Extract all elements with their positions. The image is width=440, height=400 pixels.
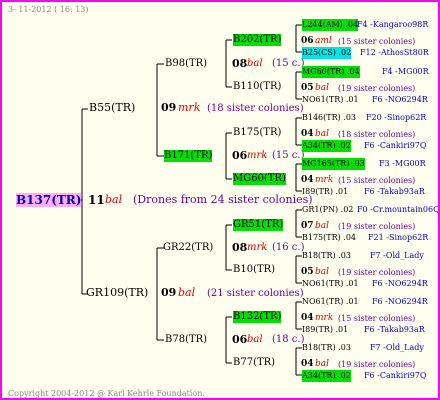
gen3-id-0[interactable]: B202(TR) [233, 34, 282, 46]
gen1-info-0: (18 sister colonies) [207, 103, 304, 114]
gen3-breed-7: bal [315, 359, 330, 369]
pedigree-page: { "header": {"date": "3- 11-2012 ( 16: 1… [0, 0, 440, 400]
gen1-info-1: (21 sister colonies) [207, 288, 304, 299]
root-queen-id[interactable]: B137(TR) [16, 193, 82, 207]
root-num: 11 [88, 193, 105, 207]
gen4-right-4: F20 -Sinop62R [366, 113, 427, 122]
root-breed: bal [105, 193, 123, 206]
gen3-breed-1: bal [315, 83, 330, 93]
gen3-breed-2: bal [315, 129, 330, 139]
gen3-id-1[interactable]: B110(TR) [233, 81, 281, 93]
gen2-breed-2: mrk [247, 242, 268, 253]
gen4-left-1[interactable]: B25(CS) .02 [302, 47, 352, 59]
gen3-id-3[interactable]: MG60(TR) [233, 173, 286, 185]
gen4-left-12[interactable]: NO61(TR) .01 [302, 296, 359, 308]
gen4-right-13: F6 -Takab93aR [364, 325, 425, 334]
gen4-left-5[interactable]: A34(TR) .02 [302, 140, 351, 152]
gen4-right-15: F6 -Cankiri97Q [364, 371, 427, 380]
gen1-id-0[interactable]: B55(TR) [89, 102, 135, 114]
gen3-breed-0: aml [315, 36, 332, 46]
gen2-id-2[interactable]: GR22(TR) [163, 242, 213, 254]
gen2-breed-3: bal [247, 334, 263, 345]
gen1-num-1: 09 [161, 286, 177, 299]
gen3-id-4[interactable]: GR51(TR) [233, 219, 284, 231]
gen2-num-3: 06 [232, 333, 248, 346]
gen3-num-6: 04 [301, 313, 314, 323]
gen4-left-15[interactable]: A34(TR) .02 [302, 370, 351, 382]
gen2-breed-1: mrk [247, 150, 268, 161]
gen4-left-0[interactable]: L244(AM) .04 [302, 19, 359, 31]
gen4-right-0: F4 -Kangaroo98R [357, 20, 429, 29]
gen4-left-4[interactable]: B146(TR) .03 [302, 112, 356, 124]
gen1-id-1[interactable]: GR109(TR) [86, 287, 148, 299]
gen4-right-5: F6 -Cankiri97Q [364, 141, 427, 150]
gen2-num-2: 08 [232, 241, 248, 254]
gen4-right-1: F12 -AthosSt80R [360, 48, 429, 57]
gen3-id-7[interactable]: B77(TR) [233, 357, 275, 369]
gen4-right-3: F6 -NO6294R [372, 95, 428, 104]
gen1-breed-1: bal [178, 286, 196, 299]
gen1-num-0: 09 [161, 101, 177, 114]
gen4-right-11: F6 -NO6294R [372, 279, 428, 288]
gen2-id-1[interactable]: B171(TR) [164, 150, 213, 162]
gen3-num-7: 04 [301, 359, 314, 369]
gen4-left-13[interactable]: I89(TR) .01 [302, 324, 348, 336]
gen3-num-1: 05 [301, 83, 314, 93]
gen4-left-8[interactable]: GR1(PN) .02 [302, 204, 353, 216]
gen4-left-11[interactable]: NO61(TR) .01 [302, 278, 359, 290]
report-date: 3- 11-2012 ( 16: 13) [8, 5, 89, 14]
gen4-right-10: F7 -Old_Lady [370, 251, 424, 260]
gen4-right-9: F21 -Sinop62R [368, 233, 429, 242]
gen2-num-1: 06 [232, 149, 248, 162]
gen2-info-3: (18 c.) [272, 334, 305, 345]
gen1-breed-0: mrk [178, 101, 201, 114]
gen2-breed-0: bal [247, 58, 263, 69]
gen2-info-0: (15 c.) [272, 58, 305, 69]
gen4-left-10[interactable]: B18(TR) .03 [302, 250, 351, 262]
gen3-num-0: 06 [301, 36, 314, 46]
gen2-id-3[interactable]: B78(TR) [165, 334, 207, 346]
gen3-breed-6: mrk [315, 313, 334, 323]
gen2-id-0[interactable]: B98(TR) [165, 58, 207, 70]
gen4-right-14: F7 -Old_Lady [370, 343, 424, 352]
gen3-breed-3: mrk [315, 175, 334, 185]
root-info: (Drones from 24 sister colonies) [133, 193, 313, 206]
gen4-left-6[interactable]: MG165(TR) .03 [302, 158, 365, 170]
gen4-left-7[interactable]: I89(TR) .01 [302, 186, 348, 198]
gen4-left-14[interactable]: B18(TR) .03 [302, 342, 351, 354]
gen3-id-2[interactable]: B175(TR) [233, 127, 281, 139]
copyright-footer: Copyright 2004-2012 @ Karl Kehrle Founda… [8, 389, 205, 398]
gen3-id-6[interactable]: B132(TR) [233, 311, 282, 323]
gen4-right-7: F6 -Takab93aR [364, 187, 425, 196]
gen4-right-2: F4 -MG00R [382, 67, 429, 76]
gen4-left-9[interactable]: B175(TR) .04 [302, 232, 356, 244]
gen4-left-2[interactable]: MG60(TR) .04 [302, 66, 360, 78]
gen4-left-3[interactable]: NO61(TR) .01 [302, 94, 359, 106]
gen3-id-5[interactable]: B10(TR) [233, 264, 275, 276]
gen3-breed-4: bal [315, 221, 330, 231]
gen2-info-1: (15 c.) [272, 150, 305, 161]
gen3-breed-5: bal [315, 267, 330, 277]
gen3-num-2: 04 [301, 129, 314, 139]
gen4-right-8: F0 -Cr.mountain06Q [357, 205, 440, 214]
gen3-num-4: 07 [301, 221, 314, 231]
gen2-info-2: (16 c.) [272, 242, 305, 253]
gen2-num-0: 08 [232, 57, 248, 70]
gen4-right-6: F3 -MG00R [379, 159, 426, 168]
gen4-right-12: F6 -NO6294R [372, 297, 428, 306]
gen3-num-5: 05 [301, 267, 314, 277]
gen3-num-3: 04 [301, 175, 314, 185]
